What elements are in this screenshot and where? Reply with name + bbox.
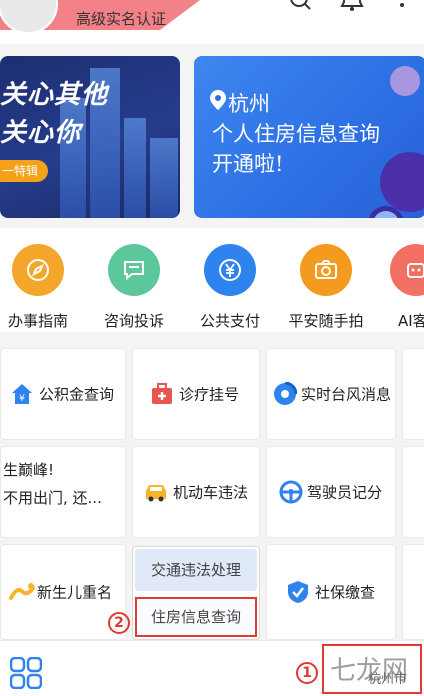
quick-ai[interactable]: AI客 [376, 244, 424, 331]
bell-icon[interactable] [340, 0, 366, 16]
sub-menu-popup: 交通违法处理 住房信息查询 [132, 546, 260, 640]
quick-payment[interactable]: 公共支付 [190, 244, 270, 331]
quick-guide-label: 办事指南 [7, 312, 68, 330]
promo-line2: 不用出门, 还... [3, 489, 102, 507]
service-tile-partial-3[interactable] [402, 544, 424, 640]
banner-city: 杭州 [228, 92, 270, 116]
shield-check-icon [288, 581, 308, 603]
promo-line1: 生巅峰! [3, 461, 55, 479]
typhoon-icon [274, 382, 297, 405]
service-clinic[interactable]: 诊疗挂号 [132, 348, 260, 440]
quick-actions-row: 办事指南 咨询投诉 公共支付 平安随手拍 AI客 [0, 228, 424, 332]
service-typhoon[interactable]: 实时台风消息 [266, 348, 396, 440]
yen-icon [204, 244, 256, 296]
quick-consult[interactable]: 咨询投诉 [94, 244, 174, 331]
step-marker-2: 2 [108, 612, 130, 634]
service-clinic-label: 诊疗挂号 [179, 385, 240, 404]
service-tile-partial-2[interactable] [402, 446, 424, 538]
compass-icon [12, 244, 64, 296]
baby-icon [9, 583, 35, 600]
steering-wheel-icon [279, 480, 303, 504]
apps-grid-icon[interactable] [10, 657, 42, 689]
verification-status: 高级实名认证 [76, 10, 167, 28]
car-icon [146, 485, 166, 502]
chat-icon [108, 244, 160, 296]
service-social-label: 社保缴查 [315, 583, 376, 602]
top-header: 高级实名认证 [0, 0, 424, 44]
banner-left-line2: 关心你 [0, 118, 82, 148]
quick-payment-label: 公共支付 [199, 312, 260, 330]
service-vehicle-label: 机动车违法 [173, 483, 249, 502]
service-driver-points[interactable]: 驾驶员记分 [266, 446, 396, 538]
quick-guide[interactable]: 办事指南 [0, 244, 78, 331]
housing-info-query-item[interactable]: 住房信息查询 [135, 597, 257, 637]
quick-photo-report[interactable]: 平安随手拍 [286, 244, 366, 331]
promo-tile[interactable]: 生巅峰! 不用出门, 还... [0, 446, 126, 538]
service-vehicle-violation[interactable]: 机动车违法 [132, 446, 260, 538]
service-typhoon-label: 实时台风消息 [301, 385, 392, 404]
step-marker-1: 1 [296, 662, 318, 684]
search-icon[interactable] [288, 0, 314, 16]
camera-icon [300, 244, 352, 296]
service-tile-partial-1[interactable] [402, 348, 424, 440]
service-gjj-label: 公积金查询 [39, 385, 115, 404]
robot-illustration [380, 152, 424, 212]
housing-info-banner[interactable]: 杭州 个人住房信息查询 开通啦! [194, 56, 424, 218]
more-icon[interactable] [398, 0, 424, 16]
medical-kit-icon [152, 383, 172, 404]
quick-consult-label: 咨询投诉 [103, 312, 164, 330]
service-newborn[interactable]: 新生儿重名 [0, 544, 126, 640]
service-driver-label: 驾驶员记分 [307, 483, 383, 502]
promo-banner-left[interactable]: 关心其他 关心你 一特辑 [0, 56, 180, 218]
house-icon: ¥ [12, 384, 32, 404]
banner-title: 个人住房信息查询 [212, 122, 380, 146]
app-screen: 高级实名认证 关心其他 关心你 一特辑 杭州 个人住房信息查询 开通啦! 办事指… [0, 0, 424, 696]
quick-ai-label: AI客 [398, 312, 424, 330]
quick-photo-label: 平安随手拍 [288, 312, 364, 330]
service-newborn-label: 新生儿重名 [37, 583, 113, 602]
banner-subtitle: 开通啦! [212, 152, 284, 176]
service-gjj[interactable]: ¥ 公积金查询 [0, 348, 126, 440]
banner-left-tag: 一特辑 [0, 160, 48, 182]
service-social-security[interactable]: 社保缴查 [266, 544, 396, 640]
city-label: 杭州市 [368, 672, 408, 687]
ai-icon [390, 244, 424, 296]
person-icon [390, 66, 420, 96]
traffic-violation-item[interactable]: 交通违法处理 [135, 549, 257, 591]
svg-text:¥: ¥ [19, 394, 25, 404]
banner-left-line1: 关心其他 [0, 80, 109, 110]
location-pin-icon [210, 90, 226, 110]
